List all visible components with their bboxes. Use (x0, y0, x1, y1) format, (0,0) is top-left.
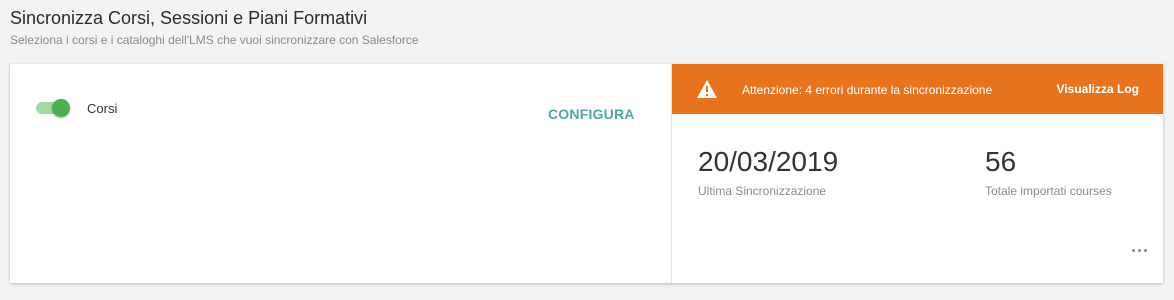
configure-button[interactable]: CONFIGURA (548, 106, 635, 122)
last-sync-date: 20/03/2019 (698, 146, 839, 177)
warning-text: Attenzione: 4 errori durante la sincroni… (742, 83, 993, 97)
courses-panel: Corsi CONFIGURA (10, 64, 672, 283)
sync-card: Corsi CONFIGURA Attenzione: 4 errori dur… (10, 64, 1163, 283)
view-log-button[interactable]: Visualizza Log (1057, 82, 1139, 96)
sync-status-panel: Attenzione: 4 errori durante la sincroni… (672, 64, 1163, 283)
total-imported-count: 56 (985, 146, 1017, 177)
courses-toggle[interactable] (36, 99, 70, 117)
ellipsis-dot (1131, 248, 1135, 252)
ellipsis-dot (1137, 248, 1141, 252)
ellipsis-icon[interactable] (1131, 244, 1147, 256)
total-imported-label: Totale importati courses (985, 184, 1112, 198)
warning-banner: Attenzione: 4 errori durante la sincroni… (672, 64, 1163, 114)
ellipsis-dot (1143, 248, 1147, 252)
toggle-knob (52, 99, 70, 117)
courses-toggle-label: Corsi (87, 101, 118, 116)
page-title: Sincronizza Corsi, Sessioni e Piani Form… (10, 8, 368, 28)
page-header: Sincronizza Corsi, Sessioni e Piani Form… (10, 7, 419, 48)
page-subtitle: Seleziona i corsi e i cataloghi dell'LMS… (10, 33, 419, 47)
warning-icon (697, 80, 717, 98)
last-sync-label: Ultima Sincronizzazione (698, 184, 827, 198)
